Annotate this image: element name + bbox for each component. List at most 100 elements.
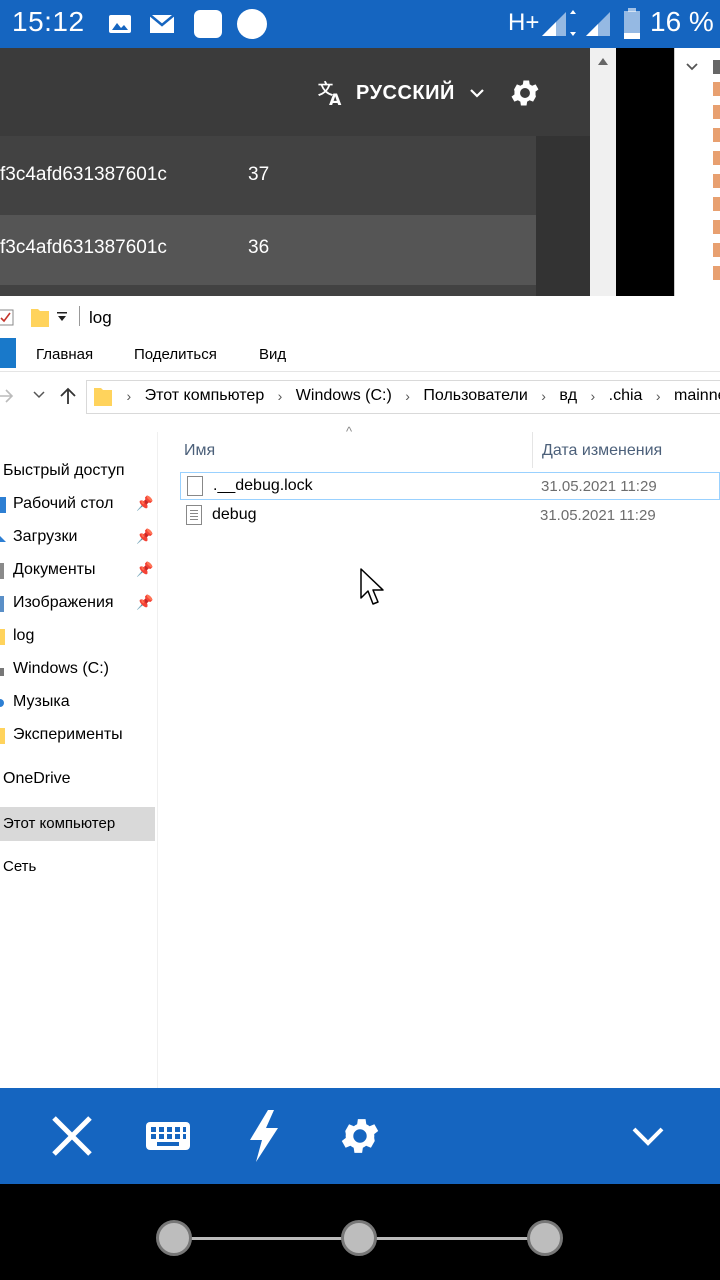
column-date-header[interactable]: Дата изменения bbox=[542, 442, 662, 460]
forward-arrow-icon[interactable] bbox=[0, 388, 16, 404]
circle-icon bbox=[237, 9, 267, 39]
nav-log[interactable]: log bbox=[0, 621, 158, 653]
file-row[interactable]: .__debug.lock 31.05.2021 11:29 bbox=[180, 472, 720, 500]
tab-view[interactable]: Вид bbox=[259, 346, 286, 363]
pin-icon[interactable]: 📌 bbox=[136, 561, 153, 578]
desktop-icon bbox=[0, 497, 6, 513]
table-row[interactable]: f3c4afd631387601c 37 bbox=[0, 142, 536, 212]
remote-app-window: 文 A РУССКИЙ f3c4afd631387601c 37 f3c4afd… bbox=[0, 48, 590, 296]
nav-label: Сеть bbox=[3, 858, 37, 875]
nav-downloads[interactable]: Загрузки 📌 bbox=[0, 522, 158, 554]
pictures-icon bbox=[0, 596, 4, 612]
language-selector[interactable]: 文 A РУССКИЙ bbox=[318, 80, 487, 106]
file-explorer-window: log Главная Поделиться Вид › Этот компью… bbox=[0, 296, 720, 1088]
network-type: H+ bbox=[508, 9, 540, 36]
nav-experiments[interactable]: Эксперименты bbox=[0, 720, 158, 752]
breadcrumb-item[interactable]: mainnet bbox=[674, 387, 720, 405]
nav-label: Изображения bbox=[13, 594, 114, 611]
keyboard-icon bbox=[146, 1122, 190, 1150]
dropdown-arrow-icon[interactable] bbox=[56, 310, 68, 324]
nav-quick-access[interactable]: Быстрый доступ bbox=[0, 456, 158, 488]
keyboard-button[interactable] bbox=[140, 1108, 196, 1164]
scroll-up-icon[interactable] bbox=[597, 56, 609, 66]
tab-file[interactable] bbox=[0, 338, 16, 368]
pin-icon[interactable]: 📌 bbox=[136, 495, 153, 512]
close-button[interactable] bbox=[44, 1108, 100, 1164]
screen: 15:12 H+ 16 % 文 A РУССКИЙ f3c4afd6313876… bbox=[0, 0, 720, 1280]
gear-icon bbox=[341, 1119, 379, 1153]
nav-label: Музыка bbox=[13, 693, 70, 710]
file-name: .__debug.lock bbox=[213, 477, 313, 494]
nav-back-button[interactable] bbox=[156, 1220, 192, 1256]
vertical-scrollbar[interactable] bbox=[590, 48, 616, 296]
breadcrumb-item[interactable]: Этот компьютер bbox=[145, 387, 265, 405]
nav-network[interactable]: Сеть bbox=[0, 852, 158, 884]
address-input[interactable]: › Этот компьютер › Windows (C:) › Пользо… bbox=[86, 380, 720, 414]
language-label: РУССКИЙ bbox=[356, 81, 455, 104]
nav-onedrive[interactable]: OneDrive bbox=[0, 764, 158, 796]
row-count: 37 bbox=[248, 164, 270, 185]
status-time: 15:12 bbox=[12, 6, 85, 37]
image-icon bbox=[109, 15, 131, 33]
settings-button[interactable] bbox=[332, 1108, 388, 1164]
column-headers: ^ Имя Дата изменения bbox=[158, 424, 720, 472]
background-window bbox=[674, 48, 720, 296]
nav-home-button[interactable] bbox=[341, 1220, 377, 1256]
status-bar: 15:12 H+ 16 % bbox=[0, 0, 720, 48]
breadcrumb-separator: › bbox=[126, 388, 132, 404]
nav-windows-c[interactable]: Windows (C:) bbox=[0, 654, 158, 686]
breadcrumb-item[interactable]: .chia bbox=[609, 387, 643, 405]
nav-label: log bbox=[13, 627, 35, 644]
file-name: debug bbox=[212, 506, 257, 523]
file-list: ^ Имя Дата изменения .__debug.lock 31.05… bbox=[158, 424, 720, 1088]
settings-gear-icon[interactable] bbox=[508, 76, 542, 110]
breadcrumb-item[interactable]: Пользователи bbox=[423, 387, 527, 405]
nav-recents-button[interactable] bbox=[527, 1220, 563, 1256]
chevron-down-icon[interactable] bbox=[685, 62, 699, 72]
column-divider[interactable] bbox=[532, 432, 533, 468]
breadcrumb-separator: › bbox=[590, 388, 596, 404]
row-hash: f3c4afd631387601c bbox=[0, 237, 167, 258]
drive-icon bbox=[0, 668, 4, 676]
remote-toolbar bbox=[0, 1088, 720, 1184]
translate-icon: 文 A bbox=[318, 80, 342, 106]
breadcrumb-separator: › bbox=[405, 388, 410, 404]
collapse-toolbar-button[interactable] bbox=[620, 1108, 676, 1164]
file-row[interactable]: debug 31.05.2021 11:29 bbox=[180, 502, 720, 530]
title-divider bbox=[79, 306, 80, 326]
recent-locations-icon[interactable] bbox=[32, 390, 46, 400]
breadcrumb-item[interactable]: вд bbox=[559, 387, 577, 405]
file-icon bbox=[187, 476, 203, 496]
column-name-header[interactable]: Имя bbox=[184, 442, 215, 460]
nav-pictures[interactable]: Изображения 📌 bbox=[0, 588, 158, 620]
file-date: 31.05.2021 11:29 bbox=[540, 507, 656, 524]
nav-music[interactable]: Музыка bbox=[0, 687, 158, 719]
pin-icon[interactable]: 📌 bbox=[136, 528, 153, 545]
app-header: 文 A РУССКИЙ bbox=[0, 48, 590, 136]
dark-scroll-area bbox=[536, 136, 590, 296]
ribbon: Главная Поделиться Вид bbox=[0, 338, 720, 372]
lightning-icon bbox=[250, 1110, 278, 1162]
chevron-down-icon bbox=[470, 89, 484, 98]
tab-home[interactable]: Главная bbox=[36, 346, 93, 363]
signal-icon bbox=[542, 10, 576, 36]
checkmark-icon[interactable] bbox=[0, 308, 16, 328]
pin-icon[interactable]: 📌 bbox=[136, 594, 153, 611]
nav-label: Загрузки bbox=[13, 528, 78, 545]
breadcrumb-item[interactable]: Windows (C:) bbox=[296, 387, 392, 405]
breadcrumb-separator: › bbox=[277, 388, 283, 404]
nav-label: Документы bbox=[13, 561, 96, 578]
nav-this-pc[interactable]: Этот компьютер bbox=[0, 807, 155, 841]
folder-icon bbox=[94, 388, 112, 406]
nav-label: Эксперименты bbox=[13, 726, 123, 743]
nav-desktop[interactable]: Рабочий стол 📌 bbox=[0, 489, 158, 521]
row-count: 36 bbox=[248, 237, 270, 258]
tab-share[interactable]: Поделиться bbox=[134, 346, 217, 363]
close-icon bbox=[52, 1116, 92, 1156]
table-row[interactable]: f3c4afd631387601c 36 bbox=[0, 215, 536, 285]
nav-documents[interactable]: Документы 📌 bbox=[0, 555, 158, 587]
quick-actions-button[interactable] bbox=[236, 1108, 292, 1164]
folder-icon bbox=[0, 728, 5, 744]
folder-icon bbox=[0, 629, 5, 645]
up-arrow-icon[interactable] bbox=[58, 386, 78, 406]
